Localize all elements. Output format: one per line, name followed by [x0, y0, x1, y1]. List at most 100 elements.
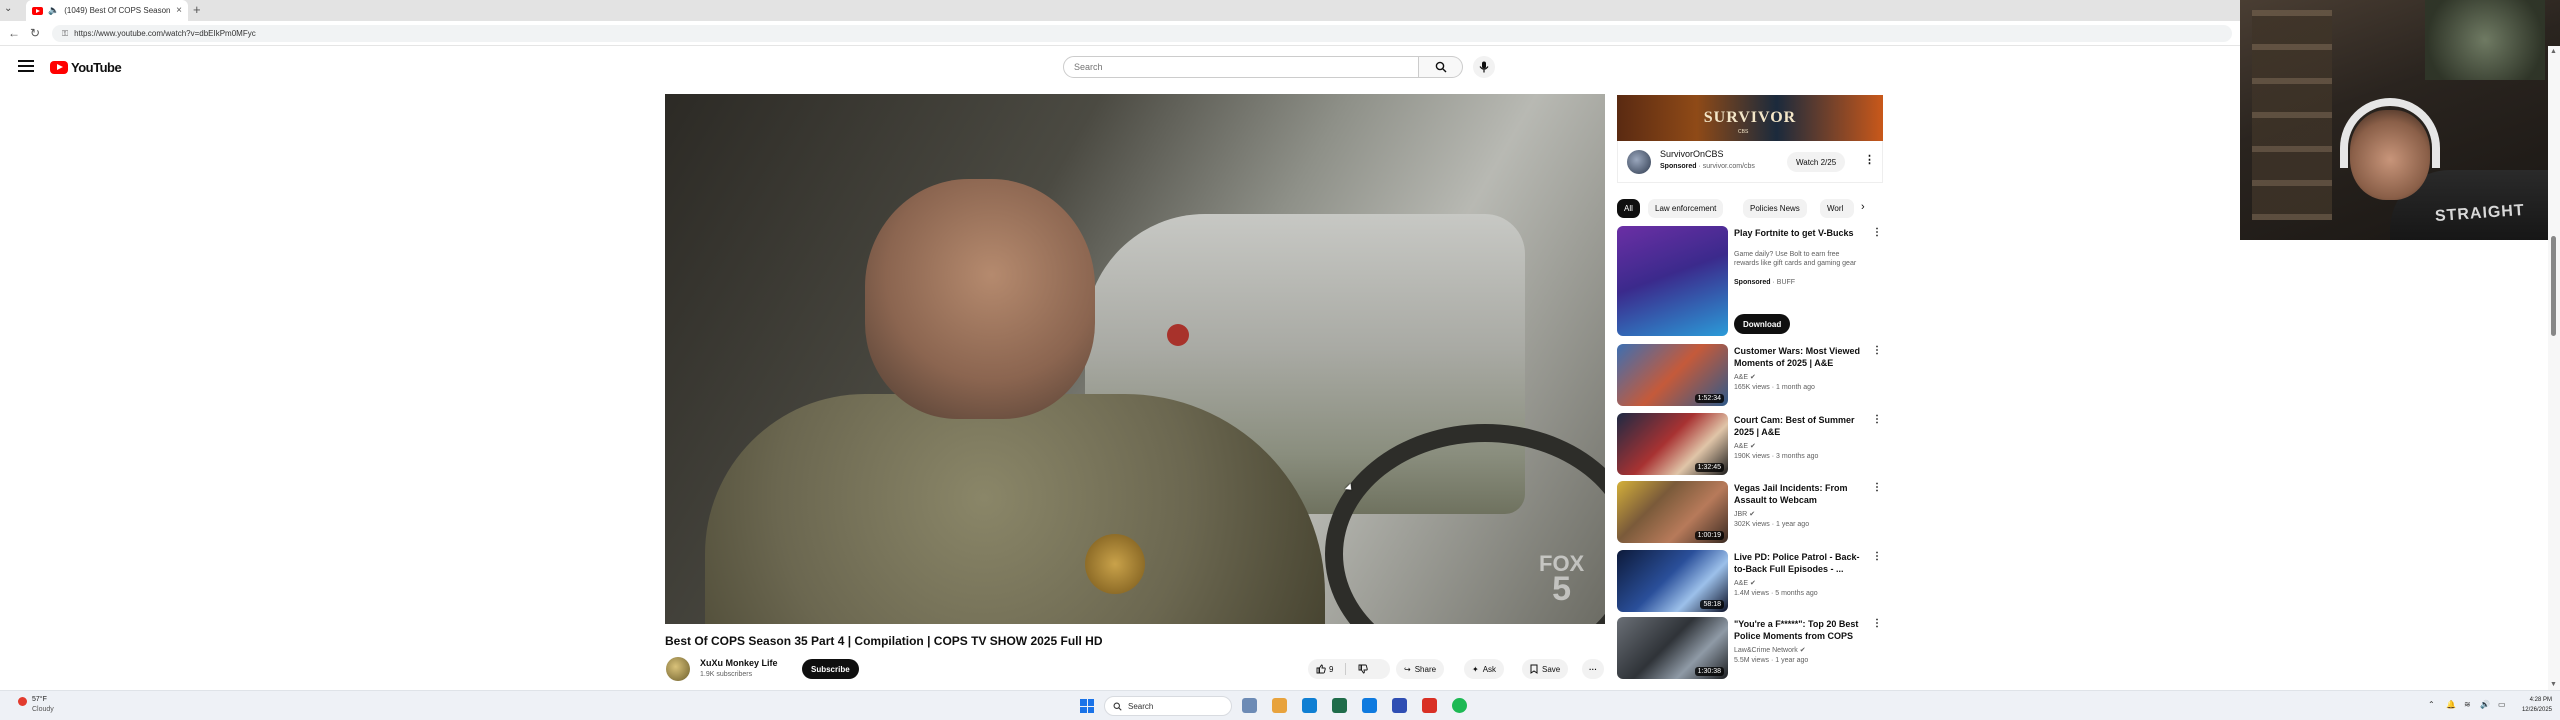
chip-law-enforcement[interactable]: Law enforcement	[1648, 199, 1724, 218]
url-field[interactable]: ⚿ https://www.youtube.com/watch?v=dbEIkP…	[52, 25, 2232, 42]
share-label: Share	[1414, 664, 1437, 674]
rec-meta: 190K views · 3 months ago	[1734, 453, 1819, 460]
rec-title[interactable]: Live PD: Police Patrol - Back-to-Back Fu…	[1734, 551, 1870, 575]
ad-sponsored-line: Sponsored · survivor.com/cbs	[1660, 163, 1755, 170]
rec-channel[interactable]: JBR ✔	[1734, 510, 1755, 518]
rec-channel-name: A&E	[1734, 374, 1749, 381]
rec-channel[interactable]: Law&Crime Network ✔	[1734, 646, 1806, 654]
windows-start-icon[interactable]	[1080, 699, 1094, 713]
menu-icon[interactable]	[18, 60, 34, 72]
list-item[interactable]: 1:52:34 Customer Wars: Most Viewed Momen…	[1617, 344, 1883, 408]
webcam-shelf	[2252, 10, 2332, 220]
like-button[interactable]: 9	[1308, 659, 1341, 679]
video-player[interactable]: FOX 5	[665, 94, 1605, 624]
more-actions-button[interactable]: ···	[1582, 659, 1604, 679]
video-thumbnail[interactable]: 1:52:34	[1617, 344, 1728, 406]
verified-icon: ✔	[1749, 511, 1756, 518]
search-button[interactable]	[1419, 56, 1463, 78]
rec-title[interactable]: Customer Wars: Most Viewed Moments of 20…	[1734, 345, 1870, 369]
rec-title[interactable]: "You're a F*****": Top 20 Best Police Mo…	[1734, 618, 1870, 642]
clock[interactable]: 4:28 PM 12/26/2025	[2520, 695, 2552, 715]
search-field[interactable]	[1063, 56, 1419, 78]
battery-icon[interactable]: ▭	[2498, 700, 2506, 709]
channel-watermark: FOX 5	[1539, 553, 1584, 606]
edge-icon[interactable]	[1302, 698, 1317, 713]
ad-avatar[interactable]	[1627, 150, 1651, 174]
scrollbar-thumb[interactable]	[2551, 236, 2556, 336]
green-app-icon[interactable]	[1332, 698, 1347, 713]
sparkle-icon: ✦	[1472, 664, 1479, 674]
chevron-right-icon[interactable]: ›	[1861, 201, 1865, 213]
search-input[interactable]	[1074, 62, 1418, 72]
taskbar-search[interactable]: Search	[1104, 696, 1232, 716]
browser-tab-bar: ⌄ 🔈 (1049) Best Of COPS Season 35 Pa × +	[0, 0, 2560, 21]
wifi-icon[interactable]: ≋	[2464, 700, 2471, 709]
download-button[interactable]: Download	[1734, 314, 1791, 334]
kebab-menu-icon[interactable]: ⋮	[1872, 618, 1882, 629]
bell-icon[interactable]: 🔔	[2446, 700, 2456, 709]
verified-icon: ✔	[1749, 443, 1756, 450]
kebab-menu-icon[interactable]: ⋮	[1872, 482, 1882, 493]
kebab-menu-icon[interactable]: ⋮	[1872, 551, 1882, 562]
kebab-menu-icon[interactable]: ⋮	[1872, 227, 1882, 238]
rec-channel[interactable]: A&E ✔	[1734, 442, 1756, 450]
share-button[interactable]: ↪ Share	[1396, 659, 1445, 679]
subscribe-button[interactable]: Subscribe	[802, 659, 859, 679]
youtube-logo[interactable]: YouTube	[50, 60, 122, 75]
chip-policies-news[interactable]: Policies News	[1743, 199, 1807, 218]
like-divider	[1345, 663, 1347, 675]
audio-icon[interactable]: 🔈	[48, 5, 59, 16]
scroll-up-icon[interactable]: ▲	[2550, 48, 2557, 55]
ad-advertiser-name[interactable]: SurvivorOnCBS	[1660, 149, 1724, 159]
video-thumbnail[interactable]: 1:00:19	[1617, 481, 1728, 543]
dislike-button[interactable]	[1350, 659, 1376, 679]
ad-watch-button[interactable]: Watch 2/25	[1787, 152, 1846, 172]
chevron-up-icon[interactable]: ⌃	[2428, 700, 2435, 709]
list-item[interactable]: 1:00:19 Vegas Jail Incidents: From Assau…	[1617, 481, 1883, 545]
list-item[interactable]: 1:30:38 "You're a F*****": Top 20 Best P…	[1617, 617, 1883, 681]
promo-thumbnail[interactable]	[1617, 226, 1728, 336]
channel-avatar[interactable]	[666, 657, 690, 681]
chevron-down-icon[interactable]: ⌄	[4, 3, 12, 14]
ask-button[interactable]: ✦ Ask	[1464, 659, 1505, 679]
ad-banner[interactable]: SURVIVOR CBS	[1617, 95, 1883, 141]
save-label: Save	[1542, 664, 1561, 674]
browser-tab[interactable]: 🔈 (1049) Best Of COPS Season 35 Pa ×	[26, 0, 188, 21]
kebab-menu-icon[interactable]: ⋮	[1872, 345, 1882, 356]
duration-badge: 1:00:19	[1694, 531, 1724, 540]
kebab-menu-icon[interactable]: ⋮	[1864, 153, 1875, 166]
chip-world[interactable]: Worl	[1820, 199, 1854, 218]
clock-date: 12/26/2025	[2521, 707, 2552, 713]
plus-icon[interactable]: +	[193, 2, 201, 17]
video-thumbnail[interactable]: 1:32:45	[1617, 413, 1728, 475]
folder-icon[interactable]	[1272, 698, 1287, 713]
rec-title[interactable]: Court Cam: Best of Summer 2025 | A&E	[1734, 414, 1870, 438]
promoted-item[interactable]: Play Fortnite to get V-Bucks Game daily?…	[1617, 226, 1883, 338]
close-icon[interactable]: ×	[176, 5, 182, 16]
reload-icon[interactable]: ↻	[30, 26, 40, 40]
video-thumbnail[interactable]: 58:18	[1617, 550, 1728, 612]
chrome-icon[interactable]	[1362, 698, 1377, 713]
file-explorer-icon[interactable]	[1242, 698, 1257, 713]
url-text: https://www.youtube.com/watch?v=dbEIkPm0…	[74, 29, 256, 38]
channel-name[interactable]: XuXu Monkey Life	[700, 658, 778, 668]
rec-channel[interactable]: A&E ✔	[1734, 579, 1756, 587]
rec-title[interactable]: Vegas Jail Incidents: From Assault to We…	[1734, 482, 1870, 506]
kebab-menu-icon[interactable]: ⋮	[1872, 414, 1882, 425]
back-icon[interactable]: ←	[8, 26, 20, 40]
voice-search-button[interactable]	[1473, 56, 1495, 78]
video-thumbnail[interactable]: 1:30:38	[1617, 617, 1728, 679]
page-scrollbar[interactable]: ▲ ▼	[2548, 46, 2560, 690]
red-app-icon[interactable]	[1422, 698, 1437, 713]
chip-all[interactable]: All	[1617, 199, 1640, 218]
volume-icon[interactable]: 🔊	[2480, 700, 2490, 709]
rec-channel[interactable]: A&E ✔	[1734, 373, 1756, 381]
rec-channel-name: Law&Crime Network	[1734, 647, 1798, 654]
list-item[interactable]: 58:18 Live PD: Police Patrol - Back-to-B…	[1617, 550, 1883, 614]
blue-app-icon[interactable]	[1392, 698, 1407, 713]
list-item[interactable]: 1:32:45 Court Cam: Best of Summer 2025 |…	[1617, 413, 1883, 477]
video-frame-officer-head	[865, 179, 1095, 419]
spotify-icon[interactable]	[1452, 698, 1467, 713]
scroll-down-icon[interactable]: ▼	[2550, 681, 2557, 688]
save-button[interactable]: Save	[1522, 659, 1569, 679]
